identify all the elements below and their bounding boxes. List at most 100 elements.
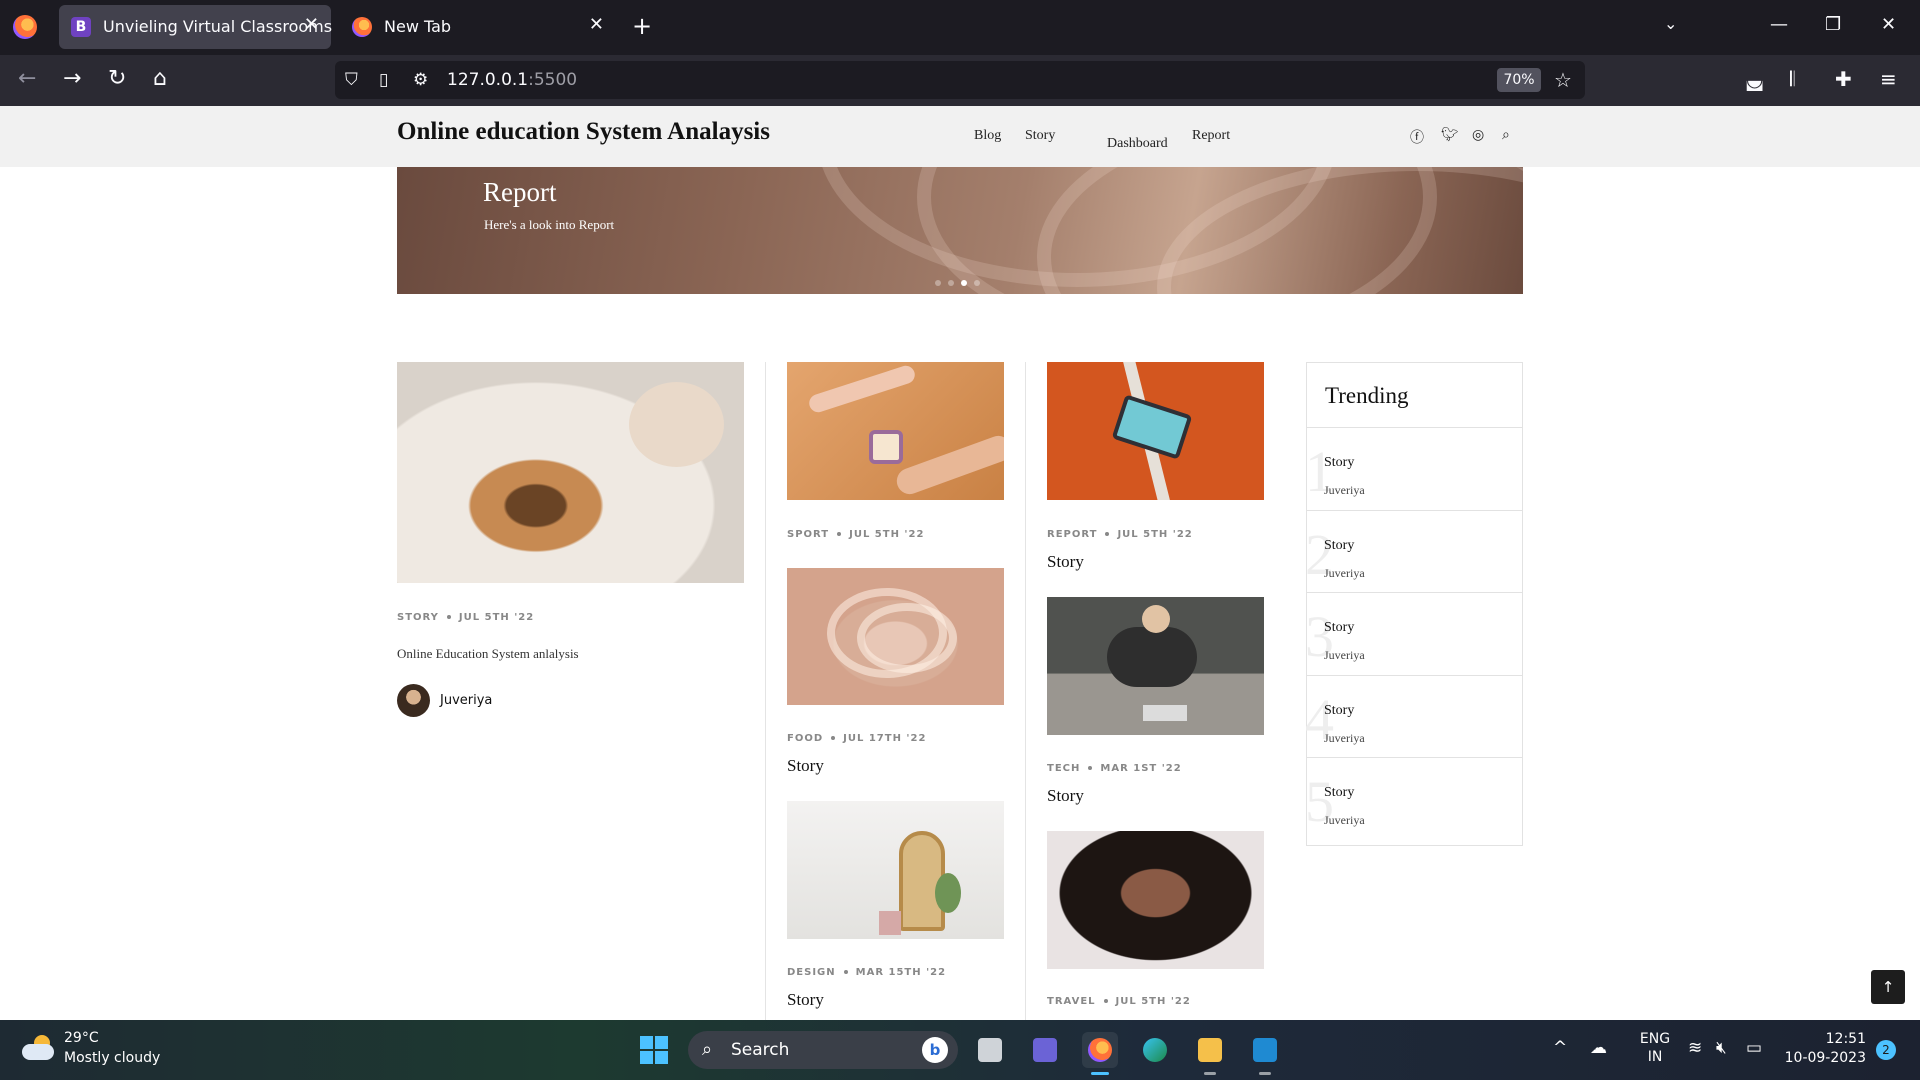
home-icon[interactable]: ⌂ bbox=[153, 67, 167, 91]
hero-carousel[interactable]: Report Here's a look into Report bbox=[397, 167, 1523, 294]
abstract-swirl-image[interactable] bbox=[787, 568, 1004, 705]
mirror-interior-image[interactable] bbox=[787, 801, 1004, 939]
back-to-top-button[interactable]: ↑ bbox=[1871, 970, 1905, 1004]
vscode-icon[interactable] bbox=[1247, 1032, 1283, 1075]
minimize-icon[interactable]: — bbox=[1770, 14, 1788, 35]
post-title[interactable]: Story bbox=[787, 756, 824, 776]
post-category[interactable]: TECH bbox=[1047, 763, 1080, 774]
volume-muted-icon[interactable]: 🔇︎ bbox=[1716, 1038, 1727, 1058]
tab-new-tab[interactable]: New Tab ✕ bbox=[340, 5, 616, 49]
trending-title[interactable]: Story bbox=[1324, 703, 1354, 719]
taskbar-search-box[interactable]: ⌕ Search b bbox=[688, 1031, 958, 1069]
task-view-icon[interactable] bbox=[972, 1032, 1008, 1068]
trending-author[interactable]: Juveriya bbox=[1324, 566, 1365, 581]
post-title[interactable]: Story bbox=[1047, 786, 1084, 806]
carousel-dot-active[interactable] bbox=[961, 280, 967, 286]
weather-cloudy-icon[interactable] bbox=[22, 1035, 54, 1061]
shield-icon[interactable]: ⛉ bbox=[345, 70, 358, 90]
close-tab-icon[interactable]: ✕ bbox=[304, 14, 319, 35]
menu-item-blog[interactable]: Blog bbox=[974, 128, 1001, 144]
menu-item-report[interactable]: Report bbox=[1192, 128, 1230, 144]
author-name[interactable]: Juveriya bbox=[440, 693, 492, 708]
file-explorer-icon[interactable] bbox=[1192, 1032, 1228, 1075]
address-bar[interactable]: ⛉ ▯ ⚙ 127.0.0.1:5500 70% ☆ bbox=[335, 61, 1585, 99]
zoom-level-badge[interactable]: 70% bbox=[1497, 68, 1541, 92]
hands-cake-image[interactable] bbox=[787, 362, 1004, 500]
puppy-image[interactable] bbox=[397, 362, 744, 583]
carousel-dot[interactable] bbox=[974, 280, 980, 286]
menu-item-story[interactable]: Story bbox=[1025, 128, 1055, 144]
trending-title[interactable]: Story bbox=[1324, 785, 1354, 801]
woman-portrait-image[interactable] bbox=[1047, 831, 1264, 969]
permissions-icon[interactable]: ⚙ bbox=[413, 70, 428, 90]
notification-count-badge[interactable]: 2 bbox=[1876, 1040, 1896, 1060]
close-window-icon[interactable]: ✕ bbox=[1881, 14, 1896, 35]
trending-title[interactable]: Story bbox=[1324, 538, 1354, 554]
avatar[interactable] bbox=[397, 684, 430, 717]
library-icon[interactable]: 𝄃 bbox=[1790, 67, 1794, 91]
trending-author[interactable]: Juveriya bbox=[1324, 731, 1365, 746]
new-tab-button[interactable]: + bbox=[632, 12, 652, 40]
forward-icon[interactable]: → bbox=[63, 67, 81, 91]
post-category[interactable]: SPORT bbox=[787, 529, 829, 540]
reload-icon[interactable]: ↻ bbox=[108, 67, 126, 91]
twitter-icon[interactable]: 🐦︎ bbox=[1441, 127, 1459, 143]
post-description[interactable]: Online Education System anlalysis bbox=[397, 646, 579, 662]
firefox-glyph bbox=[1088, 1038, 1112, 1062]
facebook-icon[interactable]: ⓕ bbox=[1410, 127, 1424, 147]
start-tile bbox=[640, 1036, 653, 1049]
carousel-dot[interactable] bbox=[935, 280, 941, 286]
tab-unvieling-virtual-classrooms[interactable]: B Unvieling Virtual Classrooms ✕ bbox=[59, 5, 332, 49]
restore-icon[interactable]: ❐ bbox=[1825, 14, 1841, 35]
wifi-icon[interactable]: ≋ bbox=[1688, 1038, 1702, 1058]
trending-author[interactable]: Juveriya bbox=[1324, 648, 1365, 663]
menu-item-dashboard[interactable]: Dashboard bbox=[1107, 136, 1168, 152]
extensions-icon[interactable]: ✚ bbox=[1835, 67, 1852, 91]
post-title[interactable]: Story bbox=[1047, 552, 1084, 572]
battery-icon[interactable]: ▭ bbox=[1746, 1038, 1762, 1058]
tennis-court-tablet-image[interactable] bbox=[1047, 362, 1264, 500]
trending-author[interactable]: Juveriya bbox=[1324, 813, 1365, 828]
yoga-family-image[interactable] bbox=[1047, 597, 1264, 735]
bookmark-star-icon[interactable]: ☆ bbox=[1554, 68, 1572, 92]
url-text[interactable]: 127.0.0.1:5500 bbox=[447, 70, 577, 90]
trending-author[interactable]: Juveriya bbox=[1324, 483, 1365, 498]
weather-temperature[interactable]: 29°C bbox=[64, 1030, 99, 1046]
trending-item[interactable]: 2 Story Juveriya bbox=[1305, 511, 1522, 594]
back-icon[interactable]: ← bbox=[18, 67, 36, 91]
trending-item[interactable]: 5 Story Juveriya bbox=[1305, 758, 1522, 841]
onedrive-error-icon[interactable]: ☁ bbox=[1590, 1038, 1607, 1058]
close-tab-icon[interactable]: ✕ bbox=[589, 14, 604, 35]
trending-item[interactable]: 4 Story Juveriya bbox=[1305, 676, 1522, 759]
instagram-icon[interactable]: ◎ bbox=[1472, 127, 1484, 143]
trending-title[interactable]: Story bbox=[1324, 620, 1354, 636]
list-all-tabs-icon[interactable]: ⌄ bbox=[1664, 14, 1677, 33]
post-title[interactable]: Story bbox=[787, 990, 824, 1010]
post-category[interactable]: STORY bbox=[397, 612, 439, 623]
post-category[interactable]: FOOD bbox=[787, 733, 823, 744]
firefox-menu-icon[interactable] bbox=[13, 15, 37, 39]
carousel-dot[interactable] bbox=[948, 280, 954, 286]
search-icon[interactable]: ⌕ bbox=[1502, 127, 1510, 143]
post-category[interactable]: DESIGN bbox=[787, 967, 836, 978]
windows-start-icon[interactable] bbox=[640, 1036, 668, 1064]
trending-title[interactable]: Story bbox=[1324, 455, 1354, 471]
page-info-icon[interactable]: ▯ bbox=[379, 70, 388, 90]
trending-item[interactable]: 1 Story Juveriya bbox=[1305, 428, 1522, 511]
weather-condition[interactable]: Mostly cloudy bbox=[64, 1050, 160, 1066]
pocket-icon[interactable]: ◛ bbox=[1745, 67, 1764, 91]
trending-item[interactable]: 3 Story Juveriya bbox=[1305, 593, 1522, 676]
region-code: IN bbox=[1647, 1049, 1663, 1065]
show-hidden-icons-chevron-icon[interactable]: ^ bbox=[1553, 1038, 1567, 1058]
input-language[interactable]: ENG IN bbox=[1635, 1030, 1675, 1066]
post-category[interactable]: REPORT bbox=[1047, 529, 1097, 540]
system-clock[interactable]: 12:51 10-09-2023 bbox=[1780, 1030, 1866, 1068]
bing-icon[interactable]: b bbox=[922, 1037, 948, 1063]
teams-chat-icon[interactable] bbox=[1027, 1032, 1063, 1068]
site-title[interactable]: Online education System Analaysis bbox=[397, 118, 770, 146]
post-meta: REPORT JUL 5TH '22 bbox=[1047, 529, 1193, 540]
edge-icon[interactable] bbox=[1137, 1032, 1173, 1068]
post-category[interactable]: TRAVEL bbox=[1047, 996, 1096, 1007]
app-menu-icon[interactable]: ≡ bbox=[1880, 67, 1897, 91]
firefox-taskbar-icon[interactable] bbox=[1082, 1032, 1118, 1075]
